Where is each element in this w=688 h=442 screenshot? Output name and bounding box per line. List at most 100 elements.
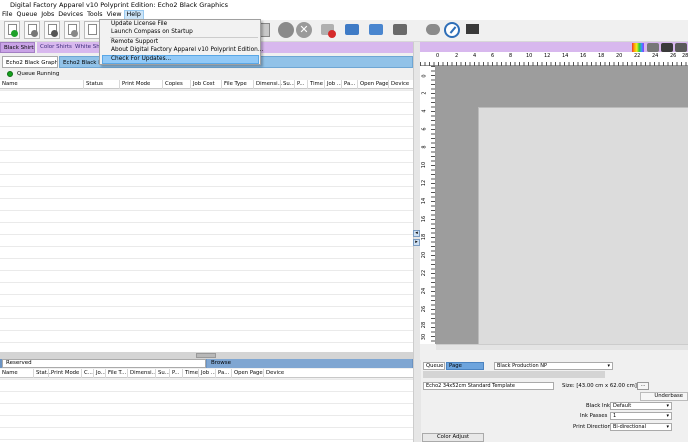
black-ink-dropdown[interactable]: Default ▾ bbox=[610, 402, 672, 410]
column-header[interactable]: Name bbox=[0, 369, 18, 378]
tab-reserved[interactable]: Reserved bbox=[2, 359, 206, 368]
compass-button[interactable] bbox=[444, 22, 460, 38]
add-job-button[interactable] bbox=[4, 21, 20, 39]
palette-button[interactable] bbox=[425, 21, 441, 39]
queue-status-row bbox=[0, 69, 413, 80]
ruler-label: 0 bbox=[436, 53, 440, 59]
tab-black-shirts[interactable]: Black Shirts bbox=[0, 42, 35, 53]
print-direction-dropdown[interactable]: Bi-directional ▾ bbox=[610, 423, 672, 431]
tab-color-shirts[interactable]: Color Shirts bbox=[37, 42, 72, 53]
column-header[interactable]: File T... bbox=[105, 369, 126, 378]
ruler-label: 2 bbox=[455, 53, 459, 59]
preview-settings-icon[interactable] bbox=[661, 43, 673, 52]
column-header[interactable]: Jo... bbox=[93, 369, 106, 378]
column-header[interactable]: Status bbox=[83, 80, 103, 89]
column-header[interactable]: Su... bbox=[280, 80, 295, 89]
column-header[interactable]: Dimensi... bbox=[253, 80, 283, 89]
column-header[interactable]: Time bbox=[182, 369, 198, 378]
collapse-left-arrow-icon[interactable]: ◂ bbox=[413, 230, 420, 237]
column-header[interactable]: P... bbox=[169, 369, 179, 378]
menu-item-about[interactable]: About Digital Factory Apparel v10 Polypr… bbox=[111, 47, 263, 53]
export-button[interactable] bbox=[392, 21, 408, 39]
ink-passes-label: Ink Passes bbox=[580, 413, 608, 419]
column-header[interactable]: P... bbox=[294, 80, 304, 89]
ruler-label: 6 bbox=[421, 127, 428, 131]
chevron-down-icon: ▾ bbox=[666, 413, 669, 419]
template-more-button[interactable]: ... bbox=[637, 382, 649, 390]
cancel-button[interactable]: ✕ bbox=[296, 22, 312, 38]
template-field[interactable]: Echo2 34x52cm Standard Template bbox=[423, 382, 554, 390]
menu-queue[interactable]: Queue bbox=[15, 10, 40, 20]
queue-table-header: Name Status Print Mode Copies Job Cost F… bbox=[0, 80, 418, 89]
device-dropdown[interactable]: Black Production NP ▾ bbox=[494, 362, 613, 370]
column-header[interactable]: Open Page bbox=[357, 80, 389, 89]
tab-browse[interactable]: Browse bbox=[207, 359, 412, 368]
column-header[interactable]: Job ... bbox=[324, 80, 342, 89]
remove-job-button[interactable] bbox=[24, 21, 40, 39]
print-button[interactable] bbox=[319, 21, 336, 39]
hold-job-button[interactable] bbox=[44, 21, 60, 39]
underbase-tab[interactable]: Underbase bbox=[640, 392, 688, 401]
column-header[interactable]: Copies bbox=[162, 80, 183, 89]
toolbar-button-5[interactable] bbox=[84, 21, 100, 39]
menu-file[interactable]: File bbox=[0, 10, 15, 20]
menu-separator bbox=[110, 37, 258, 38]
print-direction-label: Print Direction bbox=[573, 424, 611, 430]
tab-echo2-black-graphics[interactable]: Echo2 Black Graphics bbox=[2, 56, 58, 68]
chevron-down-icon: ▾ bbox=[666, 403, 669, 409]
splitter-handle[interactable] bbox=[196, 353, 216, 358]
ruler-label: 4 bbox=[473, 53, 477, 59]
column-header[interactable]: Pa... bbox=[215, 369, 229, 378]
job-info-button[interactable] bbox=[64, 21, 80, 39]
column-header[interactable]: Device bbox=[388, 80, 409, 89]
column-header[interactable]: Device bbox=[263, 369, 284, 378]
ink-passes-value: 1 bbox=[613, 413, 617, 419]
scan-button[interactable] bbox=[278, 22, 294, 38]
ruler-label: 26 bbox=[670, 53, 677, 59]
queue-button[interactable] bbox=[368, 21, 384, 39]
tab-page[interactable]: Page bbox=[446, 362, 484, 370]
tab-queue[interactable]: Queue bbox=[423, 362, 445, 370]
ruler-label: 24 bbox=[421, 287, 428, 295]
ruler-label: 12 bbox=[421, 179, 428, 187]
menu-item-update-license[interactable]: Update License File bbox=[111, 21, 167, 27]
column-header[interactable]: Print Mode bbox=[48, 369, 79, 378]
column-header[interactable]: Dimensi... bbox=[127, 369, 157, 378]
menu-jobs[interactable]: Jobs bbox=[39, 10, 56, 20]
black-ink-value: Default bbox=[613, 403, 632, 409]
monitor-button[interactable] bbox=[465, 21, 481, 39]
page-preview[interactable] bbox=[478, 107, 688, 344]
menu-item-launch-compass[interactable]: Launch Compass on Startup bbox=[111, 29, 193, 35]
collapse-right-arrow-icon[interactable]: ▸ bbox=[413, 239, 420, 246]
chevron-down-icon: ▾ bbox=[666, 424, 669, 430]
ink-passes-dropdown[interactable]: 1 ▾ bbox=[610, 412, 672, 420]
column-header[interactable]: Job Cost bbox=[190, 80, 215, 89]
reserved-table-header: Name Stat... Print Mode C... Jo... File … bbox=[0, 369, 418, 378]
menu-devices[interactable]: Devices bbox=[56, 10, 85, 20]
column-header[interactable]: Job ... bbox=[198, 369, 216, 378]
preview-horizontal-scrollbar[interactable] bbox=[436, 344, 688, 350]
column-header[interactable]: Time bbox=[307, 80, 323, 89]
horizontal-ruler: 0 2 4 6 8 10 12 14 16 18 20 22 24 26 28 bbox=[420, 52, 688, 66]
queue-icon bbox=[369, 24, 383, 35]
color-adjust-button[interactable]: Color Adjust bbox=[422, 433, 484, 442]
preview-tool-icon[interactable] bbox=[647, 43, 659, 52]
column-header[interactable]: File Type bbox=[221, 80, 247, 89]
column-header[interactable]: Open Page bbox=[231, 369, 263, 378]
column-header[interactable]: Su... bbox=[155, 369, 170, 378]
column-header[interactable]: Print Mode bbox=[119, 80, 150, 89]
queue-job-list[interactable] bbox=[0, 90, 418, 352]
column-header[interactable]: C... bbox=[81, 369, 93, 378]
chevron-down-icon: ▾ bbox=[607, 363, 610, 369]
color-palette-icon[interactable] bbox=[632, 43, 644, 52]
reserved-job-list[interactable] bbox=[0, 379, 418, 442]
menu-item-check-updates[interactable]: Check For Updates... bbox=[111, 56, 171, 62]
ruler-label: 8 bbox=[509, 53, 513, 59]
device-button[interactable] bbox=[344, 21, 360, 39]
ruler-label: 10 bbox=[421, 161, 428, 169]
column-header[interactable]: Pa... bbox=[341, 80, 355, 89]
preview-print-icon[interactable] bbox=[675, 43, 687, 52]
ruler-label: 28 bbox=[682, 53, 688, 59]
menu-item-remote-support[interactable]: Remote Support bbox=[111, 39, 158, 45]
column-header[interactable]: Name bbox=[0, 80, 18, 89]
